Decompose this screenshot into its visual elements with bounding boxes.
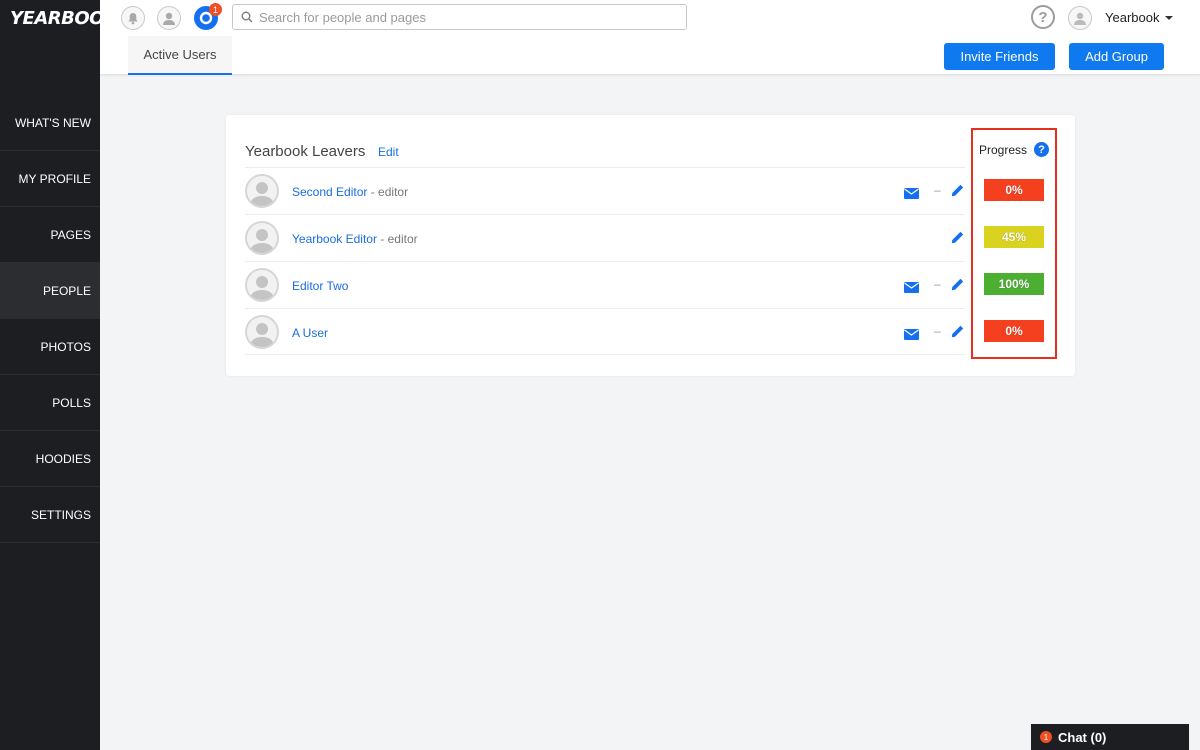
- member-name[interactable]: Yearbook Editor - editor: [292, 232, 418, 246]
- group-edit-link[interactable]: Edit: [378, 145, 399, 159]
- group-card: Yearbook Leavers Edit Second Editor - ed…: [226, 115, 1075, 376]
- progress-badge: 45%: [984, 226, 1044, 248]
- profile-icon[interactable]: [157, 6, 181, 30]
- mail-icon[interactable]: [904, 280, 919, 298]
- mail-icon[interactable]: [904, 186, 919, 204]
- tab-active-users[interactable]: Active Users: [128, 36, 232, 75]
- bell-icon[interactable]: [121, 6, 145, 30]
- notification-badge: 1: [209, 3, 222, 16]
- app-logo[interactable]: YEARBOOK: [0, 0, 118, 36]
- avatar[interactable]: [245, 268, 279, 302]
- help-icon[interactable]: ?: [1031, 5, 1055, 29]
- sidebar: YEARBOOK WHAT'S NEW MY PROFILE PAGES PEO…: [0, 0, 118, 750]
- sidebar-item-pages[interactable]: PAGES: [0, 207, 100, 263]
- top-bar: 1 ? Yearbook: [100, 0, 1200, 36]
- pencil-icon[interactable]: [951, 325, 964, 343]
- avatar[interactable]: [245, 174, 279, 208]
- chat-bar[interactable]: 1 Chat (0): [1031, 724, 1189, 750]
- member-name-text[interactable]: Second Editor: [292, 185, 367, 199]
- member-row: Yearbook Editor - editor: [245, 214, 965, 261]
- member-name-text[interactable]: A User: [292, 326, 328, 340]
- progress-badge: 100%: [984, 273, 1044, 295]
- member-name[interactable]: Second Editor - editor: [292, 185, 408, 199]
- sidebar-item-my-profile[interactable]: MY PROFILE: [0, 151, 100, 207]
- invite-friends-button[interactable]: Invite Friends: [944, 43, 1055, 70]
- add-group-button[interactable]: Add Group: [1069, 43, 1164, 70]
- sidebar-item-polls[interactable]: POLLS: [0, 375, 100, 431]
- user-menu-name[interactable]: Yearbook: [1105, 10, 1159, 25]
- messages-icon[interactable]: 1: [194, 3, 222, 30]
- member-role: - editor: [376, 232, 418, 246]
- sidebar-item-settings[interactable]: SETTINGS: [0, 487, 100, 543]
- member-name-text[interactable]: Editor Two: [292, 279, 348, 293]
- progress-badge: 0%: [984, 320, 1044, 342]
- sub-bar: Active Users Invite Friends Add Group: [100, 36, 1200, 75]
- member-row: A User –: [245, 308, 965, 355]
- user-avatar[interactable]: [1068, 6, 1092, 30]
- chat-badge: 1: [1040, 731, 1052, 743]
- separator-dash: –: [934, 324, 941, 338]
- member-name-text[interactable]: Yearbook Editor: [292, 232, 377, 246]
- sidebar-item-whats-new[interactable]: WHAT'S NEW: [0, 95, 100, 151]
- search-input[interactable]: [259, 9, 659, 25]
- chevron-down-icon[interactable]: [1165, 16, 1173, 20]
- search-bar[interactable]: [232, 4, 687, 30]
- chat-label[interactable]: Chat (0): [1058, 730, 1106, 745]
- sidebar-item-people[interactable]: PEOPLE: [0, 263, 100, 319]
- pencil-icon[interactable]: [951, 278, 964, 296]
- progress-header: Progress: [979, 143, 1028, 157]
- mail-icon[interactable]: [904, 327, 919, 345]
- separator-dash: –: [934, 277, 941, 291]
- member-name[interactable]: Editor Two: [292, 279, 348, 293]
- progress-badge: 0%: [984, 179, 1044, 201]
- member-name[interactable]: A User: [292, 326, 328, 340]
- question-icon[interactable]: ?: [1034, 142, 1049, 157]
- pencil-icon[interactable]: [951, 184, 964, 202]
- avatar[interactable]: [245, 221, 279, 255]
- pencil-icon[interactable]: [951, 231, 964, 249]
- sidebar-nav: WHAT'S NEW MY PROFILE PAGES PEOPLE PHOTO…: [0, 95, 100, 543]
- sidebar-item-hoodies[interactable]: HOODIES: [0, 431, 100, 487]
- search-icon: [241, 11, 253, 23]
- sidebar-item-photos[interactable]: PHOTOS: [0, 319, 100, 375]
- separator-dash: –: [934, 183, 941, 197]
- member-role: - editor: [367, 185, 409, 199]
- member-list: Second Editor - editor – Yearbook Editor…: [245, 167, 965, 355]
- group-title: Yearbook Leavers: [245, 143, 366, 160]
- member-row: Editor Two –: [245, 261, 965, 308]
- avatar[interactable]: [245, 315, 279, 349]
- member-row: Second Editor - editor –: [245, 167, 965, 214]
